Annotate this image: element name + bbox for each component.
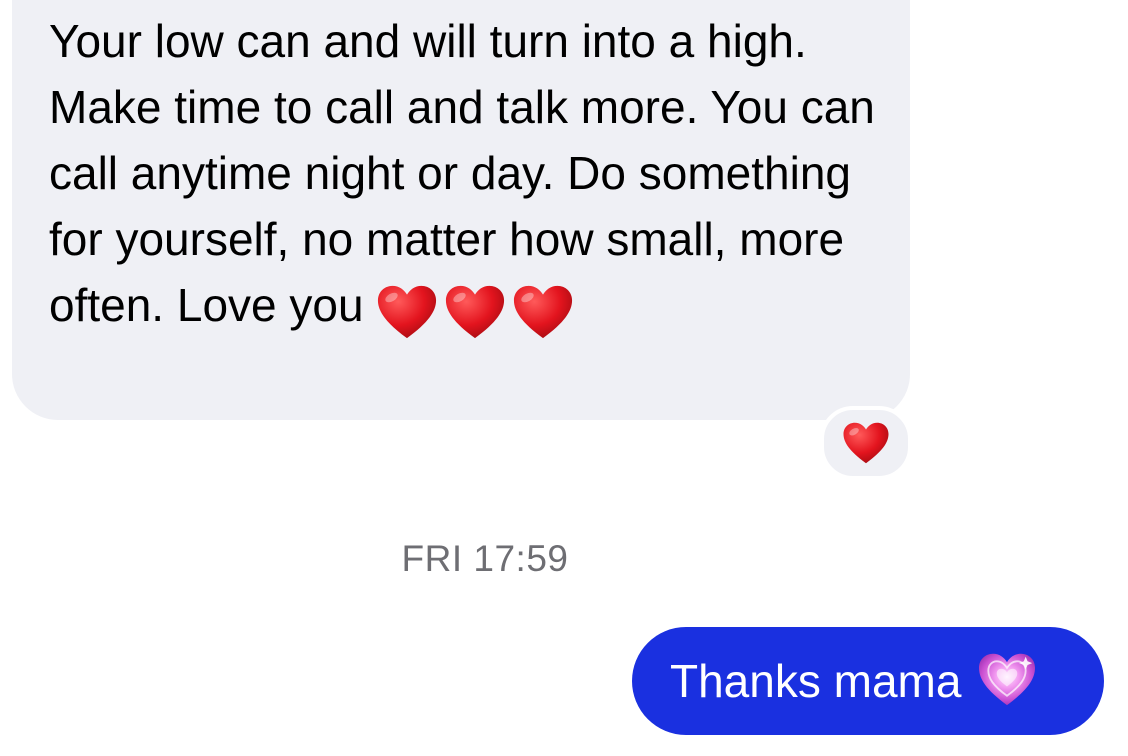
sparkling-heart-icon <box>979 653 1036 706</box>
sent-message-text: Thanks mama <box>670 655 962 707</box>
sent-message-bubble[interactable]: Thanks mama <box>632 627 1104 735</box>
red-heart-icon <box>843 422 889 464</box>
received-message-bubble[interactable]: Your low can and will turn into a high. … <box>12 0 910 420</box>
received-message-emoji-group <box>376 275 580 338</box>
red-heart-icon <box>445 285 504 338</box>
red-heart-icon <box>377 285 436 338</box>
message-timestamp: FRI 17:59 <box>401 538 569 579</box>
chat-view: Your low can and will turn into a high. … <box>0 0 1128 756</box>
heart-reaction-badge[interactable] <box>820 406 912 480</box>
red-heart-icon <box>513 285 572 338</box>
received-message-text: Your low can and will turn into a high. … <box>49 8 879 339</box>
